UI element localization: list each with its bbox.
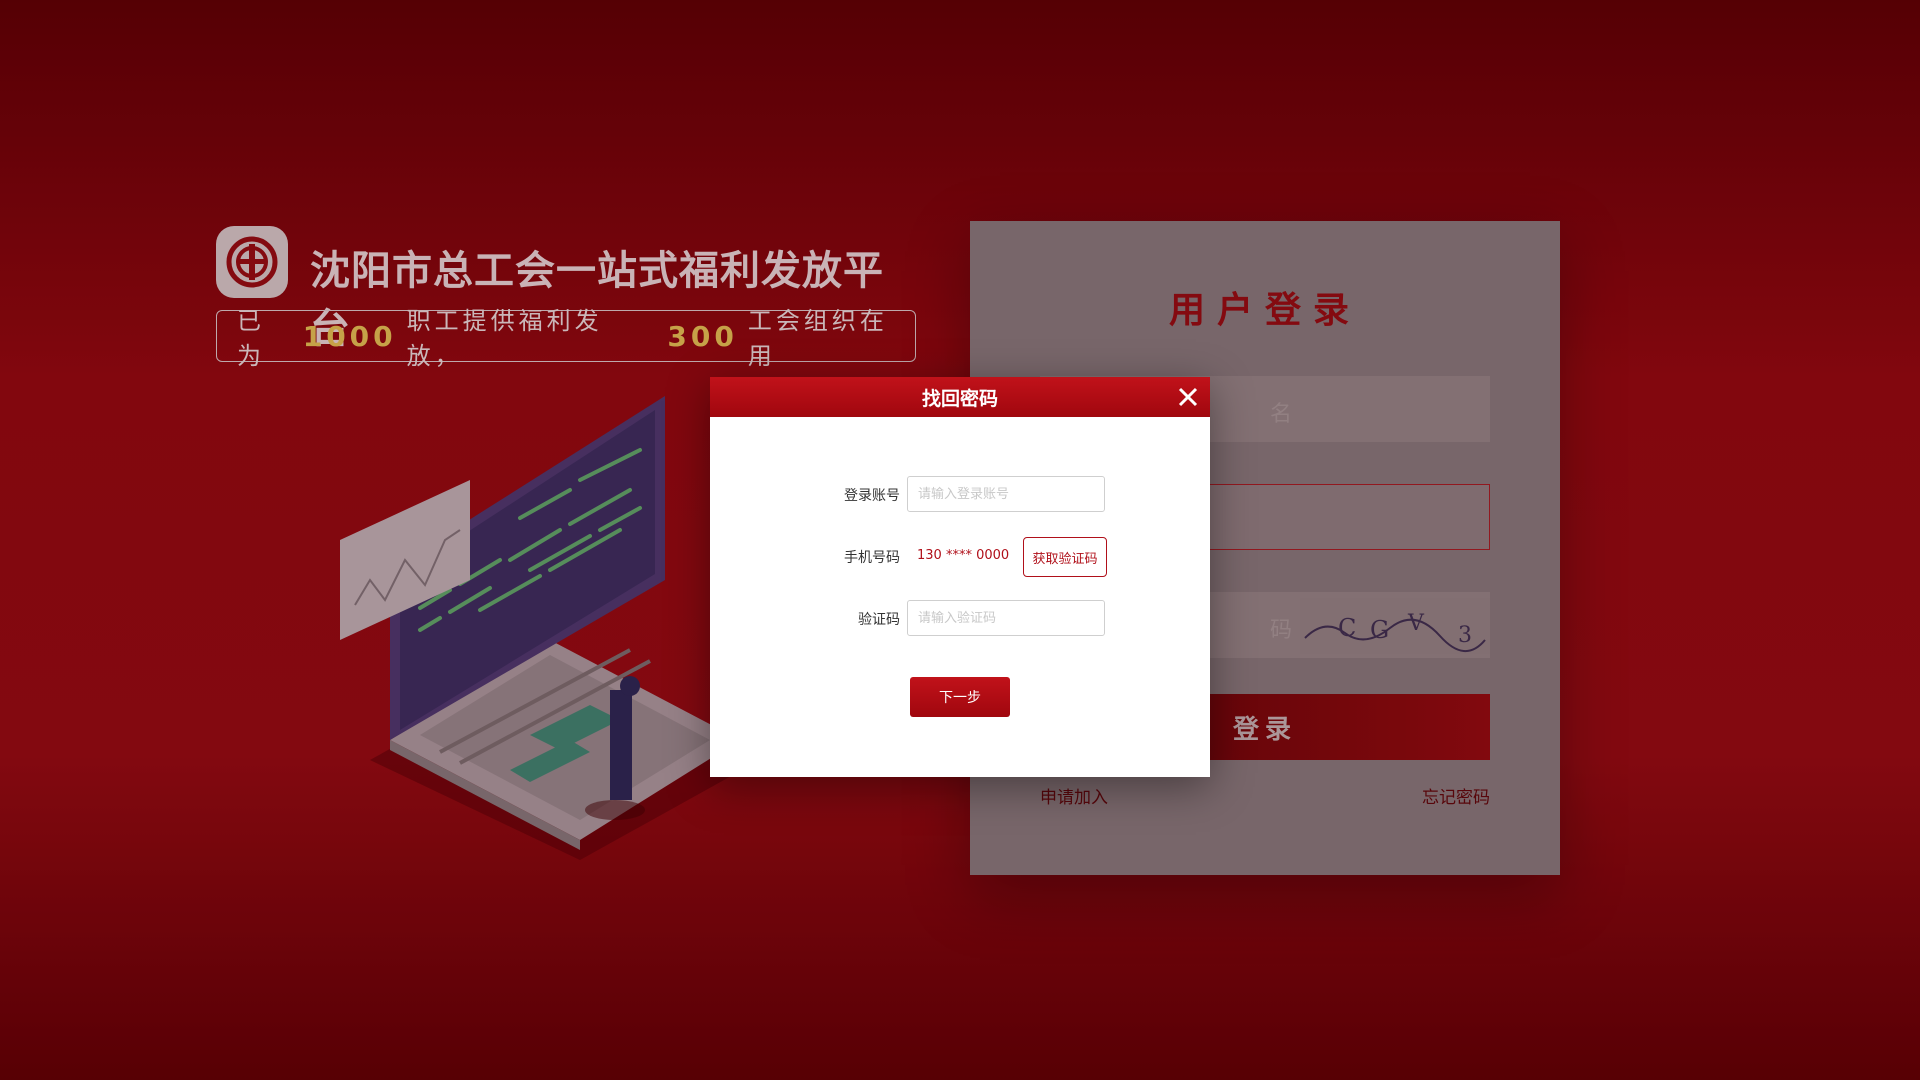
- close-icon[interactable]: [1174, 383, 1202, 411]
- phone-label: 手机号码: [844, 550, 900, 566]
- next-step-button[interactable]: 下一步: [910, 677, 1010, 717]
- code-row: 验证码: [710, 600, 1210, 638]
- login-page: 沈阳市总工会一站式福利发放平台 已为 1000 职工提供福利发放， 300 工会…: [0, 0, 1920, 1080]
- recover-password-dialog: 找回密码 登录账号 手机号码 130 **** 0000 获取验证码 验证码 下…: [710, 377, 1210, 777]
- account-label: 登录账号: [844, 488, 900, 504]
- phone-value: 130 **** 0000: [917, 548, 1010, 563]
- code-label: 验证码: [858, 612, 900, 628]
- dialog-title: 找回密码: [921, 387, 998, 410]
- get-code-button[interactable]: 获取验证码: [1023, 537, 1107, 577]
- account-row: 登录账号: [710, 476, 1210, 514]
- code-input[interactable]: [907, 600, 1105, 636]
- dialog-header: 找回密码: [710, 377, 1210, 417]
- phone-row: 手机号码 130 **** 0000 获取验证码: [710, 537, 1210, 577]
- account-input[interactable]: [907, 476, 1105, 512]
